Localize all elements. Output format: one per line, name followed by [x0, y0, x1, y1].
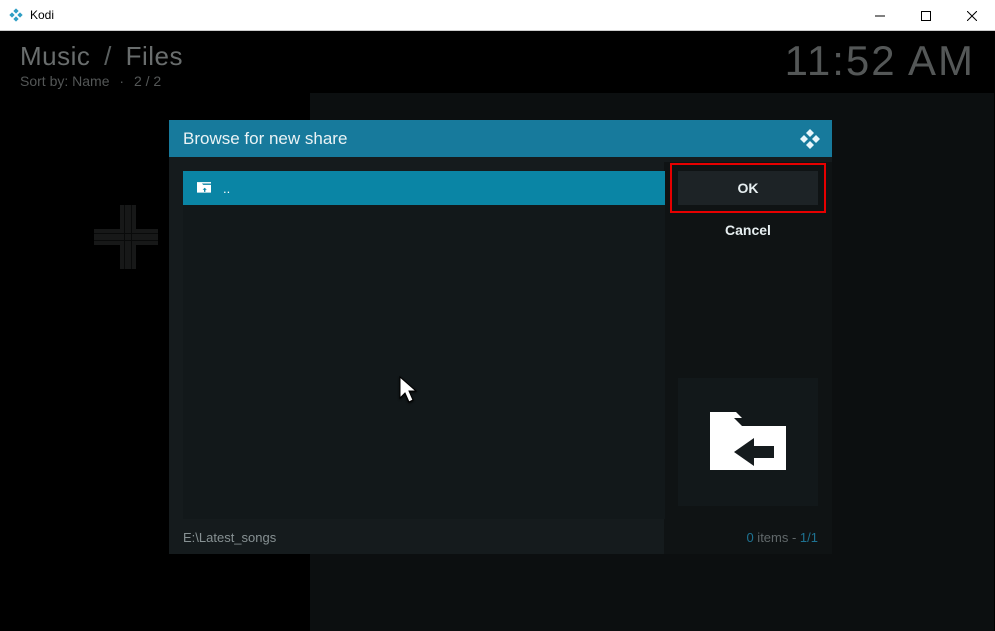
cancel-button[interactable]: Cancel: [678, 213, 818, 247]
window-close-button[interactable]: [949, 0, 995, 31]
sort-label: Sort by:: [20, 73, 68, 89]
breadcrumb-separator: /: [104, 41, 112, 71]
folder-up-icon: [195, 180, 213, 197]
file-list[interactable]: ..: [183, 171, 665, 519]
folder-back-icon: [704, 404, 792, 481]
window-titlebar: Kodi: [0, 0, 995, 31]
list-item-label: ..: [223, 181, 230, 196]
window-controls: [857, 0, 995, 31]
clock: 11:52 AM: [785, 37, 975, 85]
breadcrumb-segment: Music: [20, 41, 90, 71]
window-minimize-button[interactable]: [857, 0, 903, 31]
browse-share-dialog: Browse for new share ..: [169, 120, 832, 554]
kodi-logo-icon: [798, 127, 822, 151]
preview-thumbnail: [678, 378, 818, 506]
cancel-button-label: Cancel: [725, 222, 771, 238]
sort-separator: ·: [119, 73, 124, 89]
kodi-viewport: Music / Files Sort by: Name · 2 / 2 11:5…: [0, 31, 995, 631]
add-source-icon: [100, 207, 160, 267]
dialog-body: .. OK Cancel: [169, 157, 832, 520]
dialog-title: Browse for new share: [183, 129, 347, 149]
sort-info: Sort by: Name · 2 / 2: [20, 73, 161, 89]
ok-button-label: OK: [738, 180, 759, 196]
current-path: E:\Latest_songs: [183, 530, 276, 545]
ok-button[interactable]: OK: [678, 171, 818, 205]
dialog-header: Browse for new share: [169, 120, 832, 157]
dialog-button-column: OK Cancel: [678, 171, 818, 247]
breadcrumb: Music / Files: [20, 41, 183, 72]
list-item-parent-dir[interactable]: ..: [183, 171, 665, 205]
sort-field: Name: [72, 73, 109, 89]
window-maximize-button[interactable]: [903, 0, 949, 31]
sort-counter: 2 / 2: [134, 73, 161, 89]
window-title: Kodi: [30, 8, 54, 22]
kodi-logo-icon: [8, 7, 24, 23]
breadcrumb-segment: Files: [126, 41, 183, 71]
